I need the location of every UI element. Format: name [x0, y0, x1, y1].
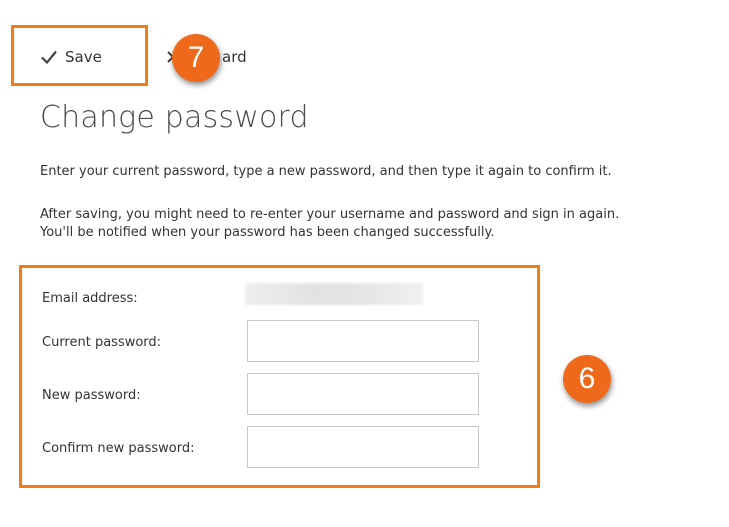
current-password-input[interactable]	[247, 320, 479, 362]
description-notice-line-1: After saving, you might need to re-enter…	[40, 207, 620, 222]
save-button[interactable]: Save	[40, 48, 102, 66]
description-instructions: Enter your current password, type a new …	[40, 164, 612, 179]
current-password-label: Current password:	[42, 335, 162, 350]
confirm-password-input[interactable]	[247, 426, 479, 468]
new-password-input[interactable]	[247, 373, 479, 415]
confirm-password-label: Confirm new password:	[42, 441, 195, 456]
checkmark-icon	[40, 49, 58, 65]
new-password-label: New password:	[42, 388, 141, 403]
save-button-label: Save	[65, 48, 102, 66]
description-notice-line-2: You'll be notified when your password ha…	[40, 225, 495, 240]
discard-button-label: ard	[222, 48, 247, 66]
email-value-redacted	[245, 283, 423, 305]
step-badge-7: 7	[172, 34, 220, 82]
email-label: Email address:	[42, 291, 138, 306]
change-password-page: Save ard 7 Change password Enter your cu…	[0, 0, 729, 527]
step-badge-6: 6	[563, 355, 611, 403]
description-notice: After saving, you might need to re-enter…	[40, 206, 619, 242]
page-title: Change password	[40, 100, 309, 135]
